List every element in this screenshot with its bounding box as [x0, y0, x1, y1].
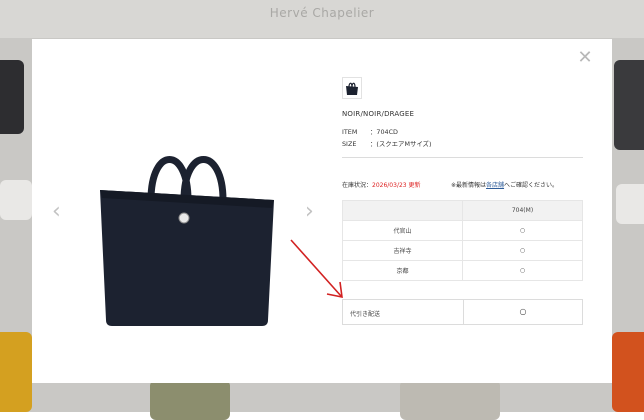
stock-mark: ○ — [462, 220, 583, 241]
background-bag-image — [400, 380, 500, 420]
chevron-left-icon[interactable]: ‹ — [52, 201, 61, 223]
product-color-name: NOIR/NOIR/DRAGEE — [342, 110, 415, 118]
spec-value: ：704CD — [370, 128, 398, 136]
site-header: Hervé Chapelier — [0, 0, 644, 38]
store-name: 吉祥寺 — [342, 240, 463, 261]
background-bag-image — [612, 332, 644, 412]
store-name: 代官山 — [342, 220, 463, 241]
background-bag-image — [0, 332, 32, 412]
cod-label: 代引き配送 — [350, 311, 381, 318]
spec-key: ITEM — [342, 128, 358, 136]
red-annotation-arrow — [290, 239, 343, 299]
stores-link[interactable]: 各店舗 — [486, 182, 504, 189]
spec-size: SIZE ：(スクエアMサイズ) — [342, 139, 431, 148]
table-row: 吉祥寺 ○ — [342, 240, 583, 261]
chevron-right-icon[interactable]: › — [305, 201, 314, 223]
background-bag-image — [0, 180, 32, 220]
table-row: 代官山 ○ — [342, 220, 583, 241]
stock-table: 704(M) 代官山 ○ 吉祥寺 ○ 京都 ○ — [342, 200, 583, 281]
product-bag-image — [100, 156, 274, 326]
table-header-size: 704(M) — [462, 200, 583, 221]
product-thumbnail[interactable] — [342, 77, 362, 99]
bag-body — [100, 190, 274, 326]
background-bag-image — [0, 60, 24, 134]
background-bag-image — [616, 184, 644, 224]
note-suffix: へご確認ください。 — [504, 182, 559, 189]
background-bag-image — [614, 60, 644, 150]
close-icon[interactable]: ✕ — [575, 49, 595, 67]
table-row: 京都 ○ — [342, 260, 583, 281]
divider — [342, 157, 583, 158]
table-header-store — [342, 200, 463, 221]
cash-on-delivery-row: 代引き配送 ○ — [342, 299, 583, 325]
stock-mark: ○ — [462, 240, 583, 261]
latest-info-note: ※最新情報は各店舗へご確認ください。 — [451, 180, 558, 189]
stock-status: 在庫状況：2026/03/23 更新 — [342, 180, 421, 189]
bag-thumbnail-icon — [346, 82, 358, 95]
stock-mark: ○ — [462, 260, 583, 281]
note-prefix: ※最新情報は — [451, 182, 487, 189]
bag-snap-button — [178, 212, 190, 224]
stock-update-date: 2026/03/23 更新 — [372, 182, 421, 189]
table-header-row: 704(M) — [342, 200, 583, 221]
stock-status-label: 在庫状況： — [342, 182, 373, 189]
background-bag-image — [150, 380, 230, 420]
spec-item: ITEM ：704CD — [342, 127, 398, 136]
spec-key: SIZE — [342, 140, 357, 148]
site-logo[interactable]: Hervé Chapelier — [0, 6, 644, 20]
spec-value: ：(スクエアMサイズ) — [370, 140, 432, 148]
store-name: 京都 — [342, 260, 463, 281]
cod-mark: ○ — [519, 307, 527, 316]
